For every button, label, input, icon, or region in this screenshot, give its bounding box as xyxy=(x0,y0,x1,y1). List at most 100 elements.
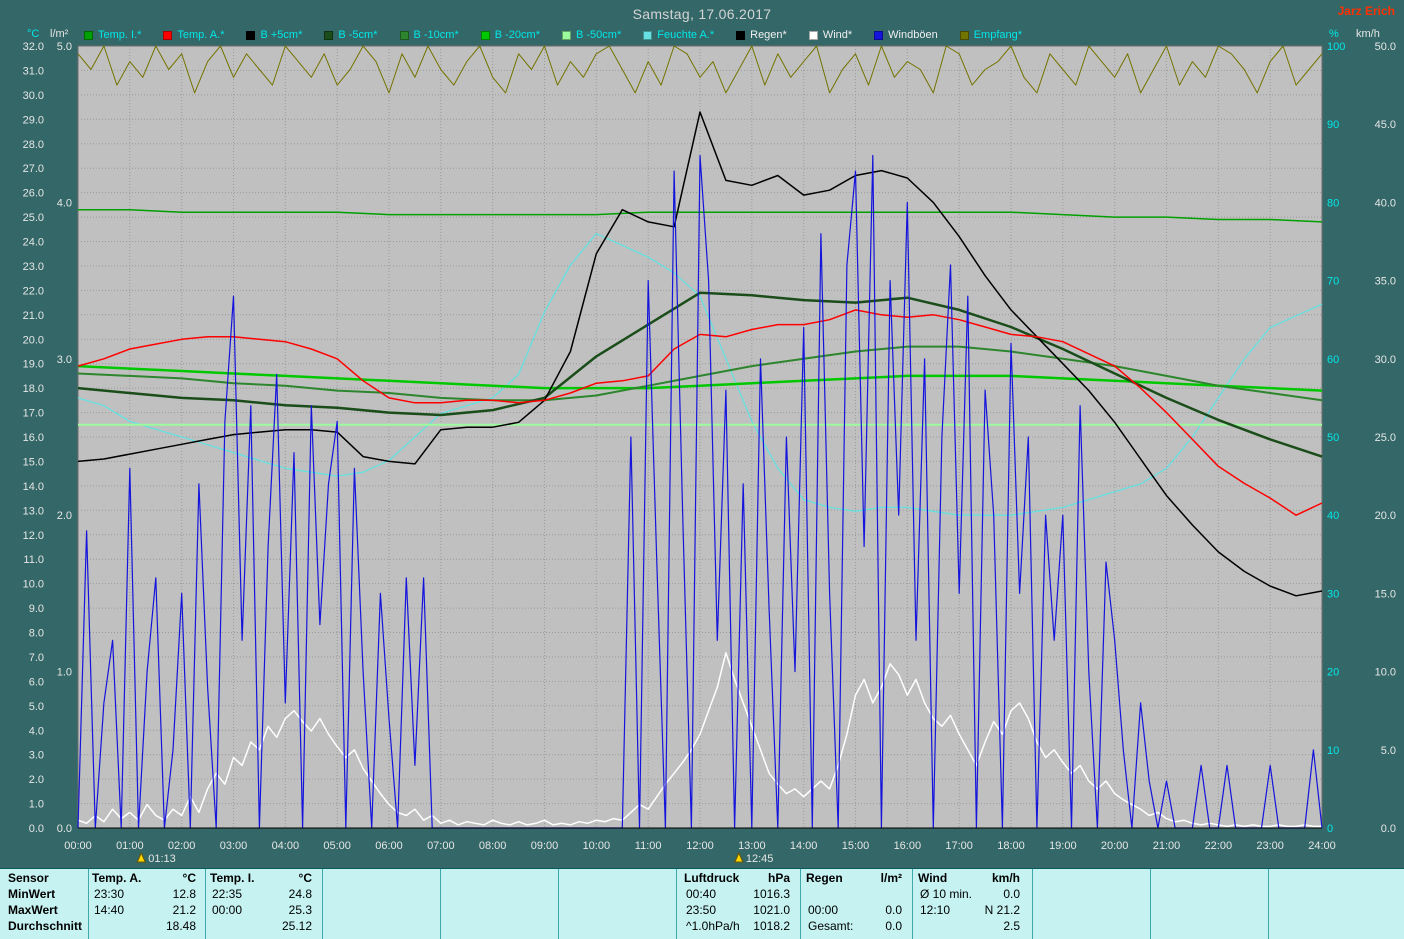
time-axis-tick: 20:00 xyxy=(1101,840,1129,852)
table-column-divider xyxy=(676,869,677,939)
stats-cell-value: 12.8 xyxy=(92,888,196,901)
stats-cell-value: 25.12 xyxy=(210,920,312,933)
temp-axis-tick: 11.0 xyxy=(23,554,44,566)
stats-row-label: Sensor xyxy=(8,872,49,885)
temp-axis-tick: 22.0 xyxy=(23,285,44,297)
time-axis-tick: 14:00 xyxy=(790,840,818,852)
temp-axis-tick: 14.0 xyxy=(23,481,44,493)
temp-axis-tick: 7.0 xyxy=(29,652,44,664)
time-axis-tick: 04:00 xyxy=(272,840,300,852)
time-axis-tick: 15:00 xyxy=(842,840,870,852)
stats-col-unit: °C xyxy=(92,872,196,885)
temp-axis-tick: 10.0 xyxy=(23,579,44,591)
stats-row-label: Durchschnitt xyxy=(8,920,82,933)
table-column-divider xyxy=(1150,869,1151,939)
time-axis-tick: 07:00 xyxy=(427,840,455,852)
temp-axis-tick: 25.0 xyxy=(23,212,44,224)
wind-axis-tick: 10.0 xyxy=(1375,667,1396,679)
humidity-axis-tick: 10 xyxy=(1327,745,1339,757)
time-marker-label: 01:13 xyxy=(148,853,176,865)
time-axis-tick: 22:00 xyxy=(1205,840,1233,852)
stats-cell-value: 1018.2 xyxy=(684,920,790,933)
rain-axis-tick: 4.0 xyxy=(57,197,72,209)
wind-axis-tick: 5.0 xyxy=(1381,745,1396,757)
time-axis-tick: 00:00 xyxy=(64,840,92,852)
temp-axis-tick: 15.0 xyxy=(23,456,44,468)
temp-axis-tick: 2.0 xyxy=(29,774,44,786)
stats-cell-value: 1021.0 xyxy=(684,904,790,917)
stats-col-unit: km/h xyxy=(918,872,1020,885)
time-axis-tick: 24:00 xyxy=(1308,840,1336,852)
time-axis-tick: 05:00 xyxy=(323,840,351,852)
temp-axis-tick: 32.0 xyxy=(23,41,44,53)
time-axis-tick: 08:00 xyxy=(479,840,507,852)
humidity-axis-tick: 90 xyxy=(1327,119,1339,131)
time-marker-icon xyxy=(735,853,743,862)
wind-axis-tick: 40.0 xyxy=(1375,197,1396,209)
stats-col-unit: hPa xyxy=(684,872,790,885)
time-axis-tick: 19:00 xyxy=(1049,840,1077,852)
time-axis-tick: 09:00 xyxy=(531,840,559,852)
temp-axis-tick: 30.0 xyxy=(23,90,44,102)
table-column-divider xyxy=(558,869,559,939)
stats-row-label: MinWert xyxy=(8,888,55,901)
humidity-axis-tick: 50 xyxy=(1327,432,1339,444)
time-axis-tick: 03:00 xyxy=(220,840,248,852)
temp-axis-tick: 28.0 xyxy=(23,139,44,151)
stats-cell-value: 0.0 xyxy=(806,920,902,933)
wind-axis-tick: 0.0 xyxy=(1381,823,1396,835)
stats-col-unit: °C xyxy=(210,872,312,885)
time-axis-tick: 18:00 xyxy=(997,840,1025,852)
weather-app-window: Samstag, 17.06.2017 Jarz Erich °C l/m² %… xyxy=(0,0,1404,939)
temp-axis-tick: 19.0 xyxy=(23,359,44,371)
stats-cell-value: 24.8 xyxy=(210,888,312,901)
humidity-axis-tick: 0 xyxy=(1327,823,1333,835)
temp-axis-tick: 5.0 xyxy=(29,701,44,713)
temp-axis-tick: 16.0 xyxy=(23,432,44,444)
stats-cell-value: 18.48 xyxy=(92,920,196,933)
stats-cell-value: 1016.3 xyxy=(684,888,790,901)
temp-axis-tick: 8.0 xyxy=(29,628,44,640)
table-column-divider xyxy=(800,869,801,939)
temp-axis-tick: 9.0 xyxy=(29,603,44,615)
humidity-axis-tick: 40 xyxy=(1327,510,1339,522)
wind-axis-tick: 45.0 xyxy=(1375,119,1396,131)
time-axis-tick: 10:00 xyxy=(583,840,611,852)
wind-axis-tick: 25.0 xyxy=(1375,432,1396,444)
time-axis-tick: 13:00 xyxy=(738,840,766,852)
temp-axis-tick: 0.0 xyxy=(29,823,44,835)
wind-axis-tick: 35.0 xyxy=(1375,276,1396,288)
temp-axis-tick: 6.0 xyxy=(29,676,44,688)
temp-axis-tick: 21.0 xyxy=(23,310,44,322)
stats-cell-value: 2.5 xyxy=(918,920,1020,933)
temp-axis-tick: 20.0 xyxy=(23,334,44,346)
temp-axis-tick: 1.0 xyxy=(29,799,44,811)
temp-axis-tick: 31.0 xyxy=(23,65,44,77)
table-column-divider xyxy=(1032,869,1033,939)
humidity-axis-tick: 30 xyxy=(1327,588,1339,600)
time-axis-tick: 06:00 xyxy=(375,840,403,852)
time-axis-tick: 16:00 xyxy=(894,840,922,852)
table-column-divider xyxy=(322,869,323,939)
rain-axis-tick: 3.0 xyxy=(57,354,72,366)
rain-axis-tick: 5.0 xyxy=(57,41,72,53)
time-axis-tick: 11:00 xyxy=(635,840,662,852)
rain-axis-tick: 0.0 xyxy=(57,823,72,835)
temp-axis-tick: 24.0 xyxy=(23,237,44,249)
rain-axis-tick: 1.0 xyxy=(57,667,72,679)
temp-axis-tick: 18.0 xyxy=(23,383,44,395)
statistics-table: SensorMinWertMaxWertDurchschnittTemp. A.… xyxy=(0,868,1404,939)
stats-col-unit: l/m² xyxy=(806,872,902,885)
stats-cell-value: 21.2 xyxy=(92,904,196,917)
table-column-divider xyxy=(88,869,89,939)
wind-axis-tick: 15.0 xyxy=(1375,588,1396,600)
time-axis-tick: 17:00 xyxy=(945,840,973,852)
time-axis-tick: 23:00 xyxy=(1256,840,1284,852)
temp-axis-tick: 12.0 xyxy=(23,530,44,542)
table-column-divider xyxy=(205,869,206,939)
wind-axis-tick: 50.0 xyxy=(1375,41,1396,53)
humidity-axis-tick: 60 xyxy=(1327,354,1339,366)
rain-axis-tick: 2.0 xyxy=(57,510,72,522)
humidity-axis-tick: 80 xyxy=(1327,197,1339,209)
time-axis-tick: 01:00 xyxy=(116,840,144,852)
